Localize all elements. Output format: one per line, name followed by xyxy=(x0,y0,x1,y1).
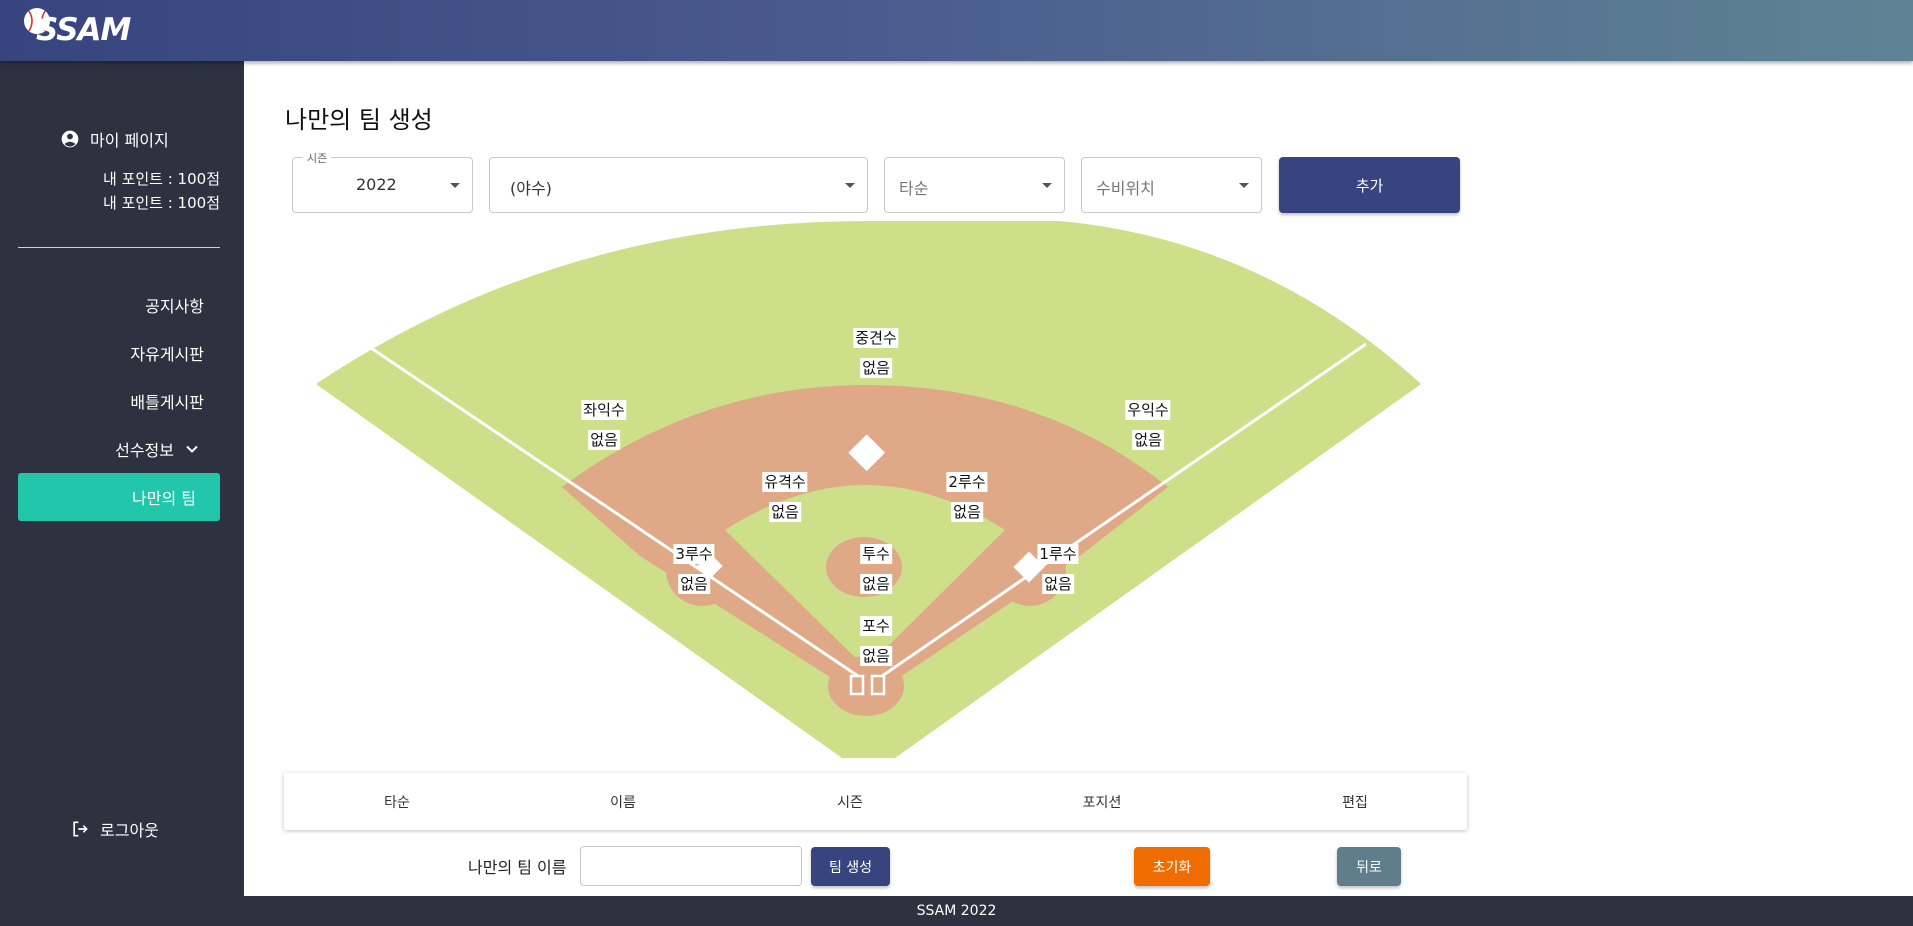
add-button[interactable]: 추가 xyxy=(1279,157,1460,213)
position-label-center-field: 중견수 xyxy=(853,328,899,348)
position-player-shortstop[interactable]: 없음 xyxy=(769,502,801,522)
caret-down-icon xyxy=(845,183,855,188)
page-title: 나만의 팀 생성 xyxy=(285,106,433,134)
column-header-name: 이름 xyxy=(610,795,636,811)
position-player-third-base[interactable]: 없음 xyxy=(678,574,710,594)
caret-down-icon xyxy=(450,183,460,188)
position-label-shortstop: 유격수 xyxy=(762,472,808,492)
position-label-second-base: 2루수 xyxy=(946,472,988,492)
position-placeholder: 수비위치 xyxy=(1096,179,1155,198)
position-label-right-field: 우익수 xyxy=(1125,400,1171,420)
position-player-pitcher[interactable]: 없음 xyxy=(860,574,892,594)
position-player-first-base[interactable]: 없음 xyxy=(1042,574,1074,594)
logo[interactable]: SSAM xyxy=(22,6,132,50)
team-table-header: 타순 이름 시즌 포지션 편집 xyxy=(284,773,1467,830)
account-circle-icon xyxy=(61,130,79,148)
reset-button[interactable]: 초기화 xyxy=(1134,847,1210,886)
sidebar-item-my-team[interactable]: 나만의 팀 xyxy=(18,473,220,521)
position-label-pitcher: 투수 xyxy=(860,544,892,564)
create-team-button[interactable]: 팀 생성 xyxy=(811,847,890,886)
sidebar-item-free-board[interactable]: 자유게시판 xyxy=(130,341,204,365)
position-label-left-field: 좌익수 xyxy=(581,400,627,420)
position-label-first-base: 1루수 xyxy=(1037,544,1079,564)
sidebar-item-label: 선수정보 xyxy=(115,441,174,460)
batting-order-placeholder: 타순 xyxy=(899,179,929,198)
batting-order-select[interactable]: 타순 xyxy=(884,157,1065,213)
logout-icon xyxy=(73,821,88,837)
sidebar-item-player-info[interactable]: 선수정보 xyxy=(115,437,200,461)
sidebar-divider xyxy=(18,247,220,248)
sidebar-item-label: 나만의 팀 xyxy=(132,489,196,508)
position-select[interactable]: 수비위치 xyxy=(1081,157,1262,213)
position-player-catcher[interactable]: 없음 xyxy=(860,646,892,666)
caret-down-icon xyxy=(1239,183,1249,188)
position-player-right-field[interactable]: 없음 xyxy=(1132,430,1164,450)
player-select-value: (야수) xyxy=(510,179,552,198)
baseball-field xyxy=(316,221,1421,758)
season-select[interactable]: 시즌 2022 xyxy=(292,150,473,213)
position-player-center-field[interactable]: 없음 xyxy=(860,358,892,378)
column-header-season: 시즌 xyxy=(837,795,863,811)
points-line: 내 포인트 : 100점 xyxy=(103,170,220,188)
player-select[interactable]: (야수) xyxy=(489,157,868,213)
column-header-edit: 편집 xyxy=(1342,795,1368,811)
top-header: SSAM xyxy=(0,0,1913,61)
logout-label: 로그아웃 xyxy=(100,821,159,840)
season-legend: 시즌 xyxy=(303,150,332,166)
sidebar-item-battle-board[interactable]: 배틀게시판 xyxy=(130,389,204,413)
position-label-catcher: 포수 xyxy=(860,616,892,636)
position-label-third-base: 3루수 xyxy=(673,544,715,564)
sidebar: 마이 페이지 내 포인트 : 100점 내 포인트 : 100점 공지사항 자유… xyxy=(0,61,244,896)
back-button[interactable]: 뒤로 xyxy=(1337,847,1401,886)
points-info: 내 포인트 : 100점 내 포인트 : 100점 xyxy=(103,167,220,215)
mypage-link[interactable]: 마이 페이지 xyxy=(60,127,169,151)
season-value: 2022 xyxy=(356,175,397,194)
points-line: 내 포인트 : 100점 xyxy=(103,194,220,212)
position-player-left-field[interactable]: 없음 xyxy=(588,430,620,450)
position-player-second-base[interactable]: 없음 xyxy=(951,502,983,522)
column-header-position: 포지션 xyxy=(1082,795,1122,811)
column-header-batting-order: 타순 xyxy=(384,795,410,811)
footer: SSAM 2022 xyxy=(0,896,1913,926)
mypage-label: 마이 페이지 xyxy=(90,131,169,150)
team-name-label: 나만의 팀 이름 xyxy=(468,858,567,877)
chevron-down-icon xyxy=(186,445,198,453)
logo-text: SSAM xyxy=(36,12,131,48)
team-name-input[interactable] xyxy=(580,846,802,886)
sidebar-item-notice[interactable]: 공지사항 xyxy=(145,293,204,317)
caret-down-icon xyxy=(1042,183,1052,188)
logout-link[interactable]: 로그아웃 xyxy=(70,817,159,841)
